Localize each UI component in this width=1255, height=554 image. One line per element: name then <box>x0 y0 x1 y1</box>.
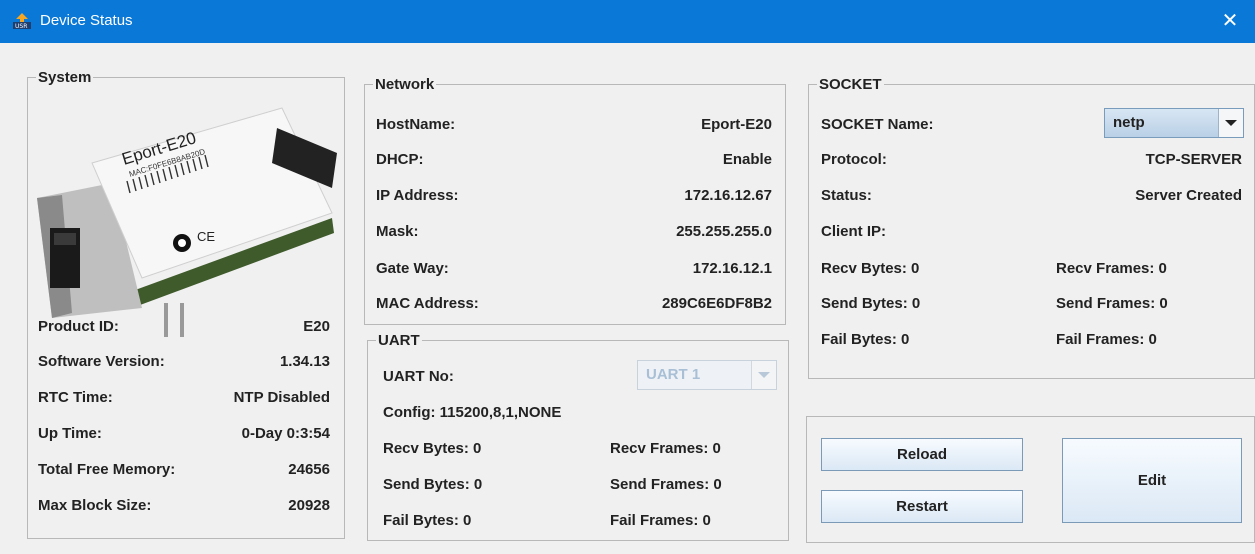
uart-config: Config: 115200,8,1,NONE <box>383 404 562 421</box>
software-version-value: 1.34.13 <box>279 353 330 370</box>
socket-legend: SOCKET <box>819 76 882 93</box>
gateway-label: Gate Way: <box>376 260 449 277</box>
protocol-value: TCP-SERVER <box>1145 151 1242 168</box>
up-time-value: 0-Day 0:3:54 <box>241 425 330 442</box>
socket-recv-bytes: Recv Bytes: 0 <box>821 260 920 277</box>
up-time-label: Up Time: <box>38 425 102 442</box>
uart-no-select[interactable]: UART 1 <box>637 360 777 390</box>
client-ip-label: Client IP: <box>821 223 887 240</box>
app-icon: USR <box>13 13 31 29</box>
socket-status-label: Status: <box>821 187 872 204</box>
network-legend: Network <box>375 76 435 93</box>
socket-name-select[interactable]: netp <box>1104 108 1244 138</box>
ip-address-label: IP Address: <box>376 187 459 204</box>
rtc-time-value: NTP Disabled <box>233 389 330 406</box>
gateway-value: 172.16.12.1 <box>692 260 772 277</box>
software-version-label: Software Version: <box>38 353 165 370</box>
socket-name-select-value: netp <box>1113 114 1145 131</box>
product-id-label: Product ID: <box>38 318 119 335</box>
dhcp-label: DHCP: <box>376 151 424 168</box>
uart-fail-bytes: Fail Bytes: 0 <box>383 512 472 529</box>
ip-address-value: 172.16.12.67 <box>684 187 772 204</box>
reload-button[interactable]: Reload <box>821 438 1023 471</box>
close-button[interactable]: ✕ <box>1215 6 1245 36</box>
hostname-value: Eport-E20 <box>701 116 772 133</box>
uart-no-label: UART No: <box>383 368 454 385</box>
socket-fail-bytes: Fail Bytes: 0 <box>821 331 910 348</box>
uart-recv-frames: Recv Frames: 0 <box>610 440 721 457</box>
socket-recv-frames: Recv Frames: 0 <box>1056 260 1167 277</box>
window-client: System Eport-E20 MAC:F0FE6B8AB20D CE Pro… <box>0 43 1255 554</box>
chevron-down-icon <box>1218 109 1243 137</box>
protocol-label: Protocol: <box>821 151 887 168</box>
edit-button[interactable]: Edit <box>1062 438 1242 523</box>
hostname-label: HostName: <box>376 116 456 133</box>
mask-value: 255.255.255.0 <box>676 223 772 240</box>
uart-no-select-value: UART 1 <box>646 366 701 383</box>
socket-fail-frames: Fail Frames: 0 <box>1056 331 1157 348</box>
max-block-size-value: 20928 <box>288 497 330 514</box>
socket-send-frames: Send Frames: 0 <box>1056 295 1168 312</box>
dhcp-value: Enable <box>722 151 772 168</box>
total-free-memory-label: Total Free Memory: <box>38 461 176 478</box>
chevron-down-icon <box>751 361 776 389</box>
mac-address-label: MAC Address: <box>376 295 479 312</box>
uart-recv-bytes: Recv Bytes: 0 <box>383 440 482 457</box>
title-bar: USR Device Status ✕ <box>0 0 1255 43</box>
product-id-value: E20 <box>303 318 330 335</box>
total-free-memory-value: 24656 <box>288 461 330 478</box>
svg-text:USR: USR <box>15 23 27 29</box>
uart-send-bytes: Send Bytes: 0 <box>383 476 483 493</box>
mask-label: Mask: <box>376 223 419 240</box>
socket-status-value: Server Created <box>1135 187 1242 204</box>
svg-text:CE: CE <box>197 229 215 244</box>
uart-legend: UART <box>378 332 420 349</box>
window-title: Device Status <box>40 12 133 29</box>
max-block-size-label: Max Block Size: <box>38 497 152 514</box>
system-legend: System <box>38 69 92 86</box>
rtc-time-label: RTC Time: <box>38 389 113 406</box>
mac-address-value: 289C6E6DF8B2 <box>661 295 772 312</box>
device-module-image: Eport-E20 MAC:F0FE6B8AB20D CE <box>37 107 337 337</box>
uart-send-frames: Send Frames: 0 <box>610 476 722 493</box>
restart-button[interactable]: Restart <box>821 490 1023 523</box>
uart-fail-frames: Fail Frames: 0 <box>610 512 711 529</box>
socket-send-bytes: Send Bytes: 0 <box>821 295 921 312</box>
socket-name-label: SOCKET Name: <box>821 116 934 133</box>
